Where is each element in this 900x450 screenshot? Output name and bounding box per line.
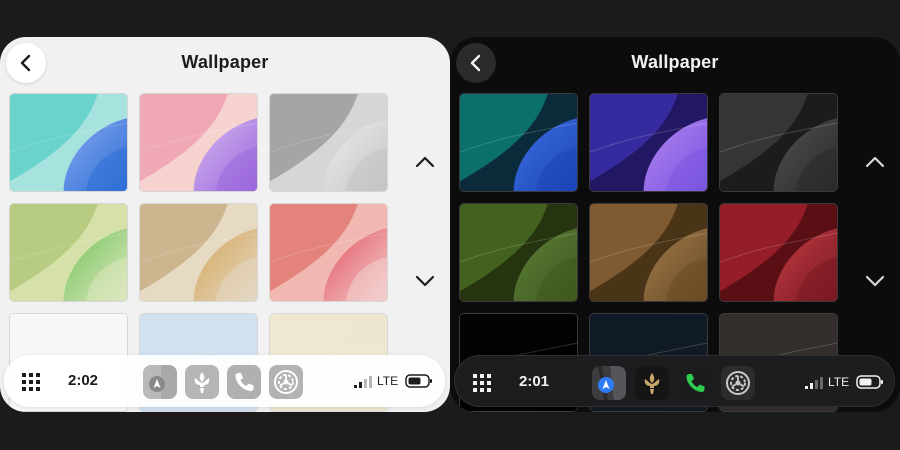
phone-icon — [227, 365, 261, 399]
wallpaper-preview — [590, 204, 707, 301]
battery-icon — [856, 375, 883, 389]
settings-app[interactable] — [721, 366, 755, 400]
wallpaper-tile-olive-green[interactable] — [9, 203, 128, 302]
chevron-down-icon — [415, 275, 435, 287]
wallpaper-tile-bronze[interactable] — [589, 203, 708, 302]
phone-icon — [678, 366, 712, 400]
wallpaper-preview — [10, 94, 127, 191]
wallpaper-tile-sand[interactable] — [139, 203, 258, 302]
wallpaper-tile-teal-blue[interactable] — [459, 93, 578, 192]
wallpaper-preview — [460, 94, 577, 191]
dock: 2:01 LTE — [454, 355, 895, 407]
wallpaper-tile-teal-blue[interactable] — [9, 93, 128, 192]
wallpaper-tile-coral[interactable] — [269, 203, 388, 302]
wallpaper-preview — [720, 94, 837, 191]
network-type: LTE — [377, 374, 399, 388]
clock: 2:01 — [519, 373, 550, 390]
signal-strength-icon — [354, 376, 372, 388]
maps-app[interactable] — [143, 365, 177, 399]
maps-icon — [143, 365, 177, 399]
settings-app[interactable] — [269, 365, 303, 399]
chevron-up-icon — [415, 156, 435, 168]
app-grid-icon — [473, 374, 491, 392]
wallpaper-tile-olive[interactable] — [459, 203, 578, 302]
wallpaper-preview — [590, 94, 707, 191]
signal-strength-icon — [805, 377, 823, 389]
settings-icon — [269, 365, 303, 399]
wallpaper-preview — [270, 204, 387, 301]
wallpaper-tile-pink-purple[interactable] — [139, 93, 258, 192]
wallpaper-preview — [10, 204, 127, 301]
chevron-up-icon — [865, 156, 885, 168]
clock: 2:02 — [68, 372, 99, 389]
app-grid-button[interactable] — [473, 374, 491, 392]
wallpaper-preview — [140, 204, 257, 301]
saints-icon — [635, 366, 669, 400]
wallpaper-tile-gray[interactable] — [269, 93, 388, 192]
saints-app[interactable] — [635, 366, 669, 400]
wallpaper-preview — [140, 94, 257, 191]
scroll-up-button[interactable] — [410, 147, 440, 177]
light-mode-screen: Wallpaper 2:02 LTE — [0, 37, 450, 412]
maps-icon — [592, 366, 626, 400]
wallpaper-tile-charcoal[interactable] — [719, 93, 838, 192]
app-grid-icon — [22, 373, 40, 391]
wallpaper-preview — [270, 94, 387, 191]
saints-icon — [185, 365, 219, 399]
wallpaper-tile-indigo-purple[interactable] — [589, 93, 708, 192]
page-title: Wallpaper — [181, 52, 269, 72]
wallpaper-preview — [460, 204, 577, 301]
battery-icon — [405, 374, 432, 388]
scroll-up-button[interactable] — [860, 147, 890, 177]
phone-app[interactable] — [227, 365, 261, 399]
dock: 2:02 LTE — [4, 355, 445, 407]
wallpaper-tile-crimson[interactable] — [719, 203, 838, 302]
maps-app[interactable] — [592, 366, 626, 400]
scroll-down-button[interactable] — [860, 266, 890, 296]
page-title: Wallpaper — [631, 52, 719, 72]
scroll-down-button[interactable] — [410, 266, 440, 296]
chevron-down-icon — [865, 275, 885, 287]
dark-mode-screen: Wallpaper 2:01 LTE — [450, 37, 900, 412]
network-type: LTE — [828, 375, 850, 389]
settings-icon — [721, 366, 755, 400]
phone-app[interactable] — [678, 366, 712, 400]
app-grid-button[interactable] — [22, 373, 40, 391]
wallpaper-preview — [720, 204, 837, 301]
saints-app[interactable] — [185, 365, 219, 399]
